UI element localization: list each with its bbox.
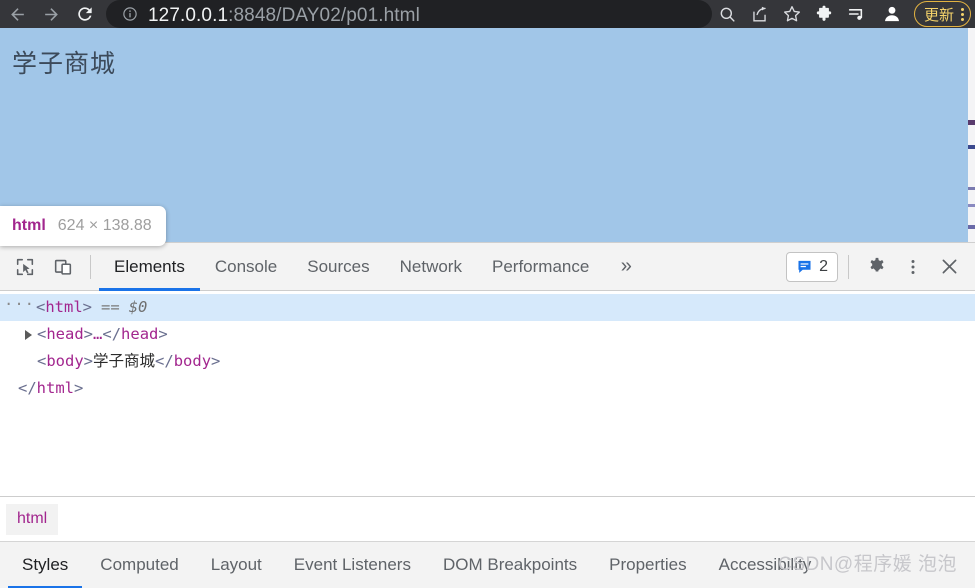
styles-tabbar: Styles Computed Layout Event Listeners D… <box>0 541 975 588</box>
device-toolbar-icon <box>54 259 72 275</box>
tab-label: Performance <box>491 256 590 276</box>
inspect-element-icon <box>16 258 34 275</box>
tab-label: Sources <box>307 256 370 276</box>
tab-console[interactable]: Console <box>200 243 292 291</box>
url-text: 127.0.0.1:8848/DAY02/p01.html <box>148 5 420 27</box>
toolbar-divider <box>848 254 849 279</box>
dom-row-body[interactable]: <body> 学子商城 </body> <box>0 348 975 375</box>
toolbar-divider <box>90 254 91 279</box>
dom-tag-body-close: </body> <box>155 352 221 370</box>
breadcrumb: html <box>0 497 975 541</box>
address-bar[interactable]: 127.0.0.1:8848/DAY02/p01.html <box>106 0 712 28</box>
tab-event-listeners[interactable]: Event Listeners <box>278 542 427 588</box>
profile-avatar-icon <box>884 6 899 22</box>
url-host: 127.0.0.1 <box>148 5 229 26</box>
dom-row-html-open[interactable]: ··· <html> == $0 <box>0 294 975 321</box>
dom-ellipsis-marker: ··· <box>4 295 35 313</box>
update-button-label: 更新 <box>923 6 954 24</box>
tab-label: Properties <box>609 555 687 574</box>
tab-label: Styles <box>22 555 69 574</box>
inspect-element-button[interactable] <box>6 248 44 286</box>
tab-label: Network <box>399 256 462 276</box>
dom-console-var: $0 <box>128 298 148 316</box>
dom-tree[interactable]: ··· <html> == $0 <head>… </head> <body> 学子… <box>0 291 975 494</box>
devtools-sidebar: html Styles Computed Layout Event Listen… <box>0 496 975 588</box>
issues-message-icon <box>798 260 811 273</box>
close-devtools-button[interactable] <box>931 247 967 287</box>
breadcrumb-item-html[interactable]: html <box>6 503 59 535</box>
dom-row-html-close[interactable]: </html> <box>0 375 975 402</box>
page-title: 学子商城 <box>12 50 117 78</box>
back-button[interactable] <box>0 0 34 28</box>
tab-properties[interactable]: Properties <box>593 542 702 588</box>
tab-layout[interactable]: Layout <box>195 542 278 588</box>
browser-toolbar: 127.0.0.1:8848/DAY02/p01.html 更新 <box>0 0 975 28</box>
tab-label: DOM Breakpoints <box>442 555 578 574</box>
tab-styles[interactable]: Styles <box>6 542 84 588</box>
extensions-puzzle-icon <box>816 5 832 21</box>
background-window-sliver <box>968 28 975 242</box>
tab-network[interactable]: Network <box>385 243 477 291</box>
devtools-tabbar: Elements Console Sources Network Perform… <box>0 243 975 291</box>
profile-button[interactable] <box>876 0 908 28</box>
arrow-right-icon <box>44 7 58 21</box>
dom-collapsed-dots: … <box>93 325 103 343</box>
reload-button[interactable] <box>68 0 102 28</box>
arrow-left-icon <box>10 7 24 21</box>
dom-tag-head-open: <head> <box>37 325 94 343</box>
tab-dom-breakpoints[interactable]: DOM Breakpoints <box>427 542 593 588</box>
tab-label: Event Listeners <box>293 555 411 574</box>
tab-computed[interactable]: Computed <box>84 542 194 588</box>
tooltip-tag-name: html <box>12 217 46 234</box>
reload-icon <box>78 7 92 21</box>
more-options-icon <box>911 259 915 274</box>
devtools-toolbar-actions: 2 <box>786 243 975 291</box>
info-circle-icon[interactable] <box>120 4 140 24</box>
tab-label: Console <box>214 256 278 276</box>
star-bookmark-icon <box>783 6 800 22</box>
zoom-search-icon <box>721 7 736 22</box>
dom-tag-head-close: </head> <box>102 325 168 343</box>
tab-sources[interactable]: Sources <box>292 243 384 291</box>
issues-badge[interactable]: 2 <box>786 251 838 282</box>
tooltip-dimensions: 624 × 138.88 <box>57 217 152 234</box>
dom-text-node: 学子商城 <box>93 352 156 370</box>
dom-row-head[interactable]: <head>… </head> <box>0 321 975 348</box>
tab-label: Elements <box>114 256 185 276</box>
browser-window: 127.0.0.1:8848/DAY02/p01.html 更新 学子商城 ht… <box>0 0 975 588</box>
dom-tag-html: <html> <box>36 298 93 316</box>
chevron-double-right-icon: » <box>620 255 632 277</box>
close-icon <box>942 259 956 274</box>
forward-button[interactable] <box>34 0 68 28</box>
tab-label: Layout <box>210 555 262 574</box>
device-toolbar-button[interactable] <box>44 248 82 286</box>
share-button[interactable] <box>744 0 776 28</box>
dom-tag-html-close: </html> <box>18 379 84 397</box>
tab-elements[interactable]: Elements <box>99 243 200 291</box>
dom-eq-sign: == <box>101 298 120 316</box>
zoom-search-button[interactable] <box>712 0 744 28</box>
extensions-button[interactable] <box>808 0 840 28</box>
issues-count: 2 <box>819 257 828 275</box>
devtools-panel: Elements Console Sources Network Perform… <box>0 242 975 588</box>
bookmark-button[interactable] <box>776 0 808 28</box>
reading-list-button[interactable] <box>840 0 876 28</box>
expand-triangle-icon[interactable] <box>25 329 32 340</box>
element-inspect-tooltip: html 624 × 138.88 <box>0 206 166 246</box>
tab-label: Computed <box>100 555 179 574</box>
settings-button[interactable] <box>859 247 895 287</box>
tab-label: Accessibility <box>718 555 812 574</box>
url-path: :8848/DAY02/p01.html <box>228 5 420 26</box>
settings-gear-icon <box>870 257 884 272</box>
tab-accessibility[interactable]: Accessibility <box>703 542 828 588</box>
reading-list-icon <box>848 9 863 20</box>
dom-tag-body-open: <body> <box>37 352 94 370</box>
more-options-button[interactable] <box>895 247 931 287</box>
three-dots-vertical-icon[interactable] <box>961 7 964 21</box>
share-icon <box>753 6 767 22</box>
tab-performance[interactable]: Performance <box>477 243 604 291</box>
update-button[interactable]: 更新 <box>913 1 971 27</box>
toolbar-actions: 更新 <box>712 0 975 28</box>
more-tabs-button[interactable]: » <box>604 243 648 291</box>
